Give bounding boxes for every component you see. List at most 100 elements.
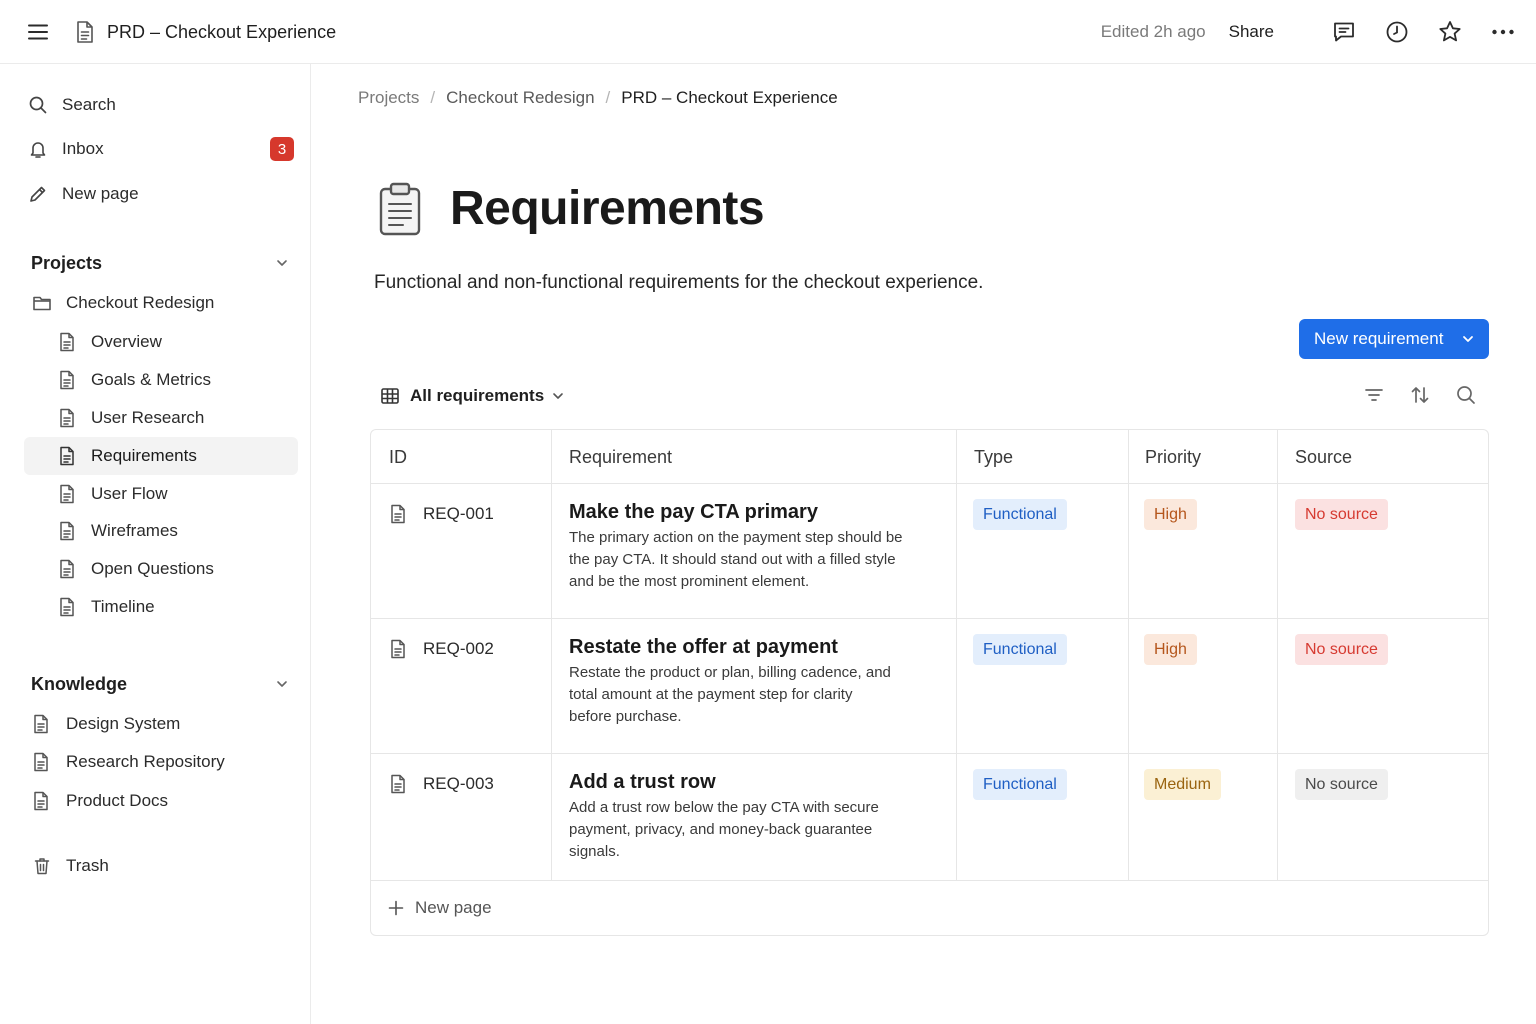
filter-icon[interactable] [1363, 384, 1385, 406]
projects-heading: Projects [31, 252, 103, 273]
type-tag[interactable]: Functional [973, 769, 1067, 800]
breadcrumb-projects[interactable]: Projects [358, 88, 419, 108]
sidebar: Search Inbox 3 New page Projects Checkou… [0, 64, 311, 1024]
sidebar-item-label: User Research [91, 408, 205, 427]
sidebar-item-user-flow[interactable]: User Flow [24, 475, 298, 513]
search-icon [28, 95, 48, 115]
knowledge-section-header[interactable]: Knowledge [24, 669, 298, 699]
sidebar-project-label: Checkout Redesign [66, 293, 215, 312]
sidebar-item-label: Goals & Metrics [91, 370, 211, 389]
page-icon [32, 752, 52, 772]
top-bar: PRD – Checkout Experience Edited 2h ago … [0, 0, 1536, 64]
requirement-description-line: Add a trust row below the pay CTA with s… [569, 799, 879, 816]
source-tag[interactable]: No source [1295, 499, 1388, 530]
sidebar-search[interactable]: Search [24, 86, 298, 124]
requirement-description-line: Restate the product or plan, billing cad… [569, 664, 891, 681]
more-icon[interactable] [1490, 19, 1516, 45]
requirement-description-line: The primary action on the payment step s… [569, 529, 903, 546]
sidebar-item-design-system[interactable]: Design System [24, 705, 298, 743]
chevron-down-icon[interactable] [551, 389, 565, 403]
row-divider [371, 880, 1488, 881]
requirement-description-line: signals. [569, 843, 620, 860]
history-icon[interactable] [1384, 19, 1410, 45]
priority-tag[interactable]: High [1144, 634, 1197, 665]
sidebar-search-label: Search [62, 95, 116, 114]
requirement-description-line: payment, privacy, and money-back guarant… [569, 821, 873, 838]
source-tag[interactable]: No source [1295, 634, 1388, 665]
sidebar-item-label: Wireframes [91, 521, 178, 540]
sidebar-item-product-docs[interactable]: Product Docs [24, 782, 298, 820]
requirement-title[interactable]: Make the pay CTA primary [569, 499, 818, 525]
sidebar-trash-label: Trash [66, 856, 109, 875]
source-tag[interactable]: No source [1295, 769, 1388, 800]
sidebar-item-requirements[interactable]: Requirements [24, 437, 298, 475]
row-id: REQ-002 [423, 639, 494, 658]
column-header-id[interactable]: ID [389, 430, 407, 484]
page-title: Requirements [450, 182, 765, 235]
chevron-down-icon[interactable] [274, 255, 290, 271]
sidebar-item-label: Timeline [91, 597, 155, 616]
share-button[interactable]: Share [1229, 22, 1274, 42]
requirement-description-line: the pay CTA. It should stand out with a … [569, 551, 896, 568]
row-id-cell: REQ-002 [389, 637, 494, 661]
inbox-count-badge: 3 [270, 137, 294, 161]
sidebar-inbox[interactable]: Inbox 3 [24, 130, 298, 168]
breadcrumb: Projects / Checkout Redesign / PRD – Che… [358, 86, 838, 110]
breadcrumb-checkout-redesign[interactable]: Checkout Redesign [446, 88, 594, 108]
star-icon[interactable] [1437, 19, 1463, 45]
new-requirement-button[interactable]: New requirement [1299, 319, 1489, 359]
row-id-cell: REQ-003 [389, 772, 494, 796]
breadcrumb-current[interactable]: PRD – Checkout Experience [621, 88, 837, 108]
sidebar-item-label: Requirements [91, 446, 197, 465]
knowledge-heading: Knowledge [31, 673, 128, 694]
sidebar-item-overview[interactable]: Overview [24, 323, 298, 361]
column-header-type[interactable]: Type [974, 430, 1013, 484]
sidebar-new-page[interactable]: New page [24, 175, 298, 213]
column-header-priority[interactable]: Priority [1145, 430, 1201, 484]
sort-icon[interactable] [1409, 384, 1431, 406]
priority-tag[interactable]: Medium [1144, 769, 1221, 800]
column-header-source[interactable]: Source [1295, 430, 1352, 484]
column-divider [1128, 430, 1129, 881]
column-header-requirement[interactable]: Requirement [569, 430, 672, 484]
page-icon [389, 504, 407, 524]
top-actions: Edited 2h ago Share [1101, 16, 1516, 48]
column-divider [1277, 430, 1278, 881]
projects-section-header[interactable]: Projects [24, 248, 298, 278]
sidebar-new-page-label: New page [62, 184, 139, 203]
search-icon[interactable] [1455, 384, 1477, 406]
chevron-down-icon[interactable] [274, 676, 290, 692]
sidebar-trash[interactable]: Trash [24, 847, 298, 885]
sidebar-item-label: Research Repository [66, 752, 225, 771]
sidebar-inbox-label: Inbox [62, 139, 104, 158]
page-icon [32, 791, 52, 811]
edited-status: Edited 2h ago [1100, 22, 1206, 41]
type-tag[interactable]: Functional [973, 499, 1067, 530]
sidebar-project-checkout-redesign[interactable]: Checkout Redesign [24, 284, 298, 322]
type-tag[interactable]: Functional [973, 634, 1067, 665]
priority-tag[interactable]: High [1144, 499, 1197, 530]
sidebar-item-wireframes[interactable]: Wireframes [24, 512, 298, 550]
requirement-title[interactable]: Restate the offer at payment [569, 634, 838, 660]
sidebar-item-label: Overview [91, 332, 162, 351]
column-divider [956, 430, 957, 881]
add-new-page-row[interactable]: New page [387, 895, 492, 921]
page-icon [58, 408, 76, 428]
menu-icon[interactable] [26, 20, 50, 44]
comments-icon[interactable] [1331, 19, 1357, 45]
sidebar-item-goals-metrics[interactable]: Goals & Metrics [24, 361, 298, 399]
sidebar-item-timeline[interactable]: Timeline [24, 588, 298, 626]
page-icon [58, 559, 76, 579]
requirement-description-line: before purchase. [569, 708, 682, 725]
requirement-title[interactable]: Add a trust row [569, 769, 716, 795]
document-title: PRD – Checkout Experience [107, 22, 337, 42]
sidebar-item-user-research[interactable]: User Research [24, 399, 298, 437]
sidebar-item-research-repository[interactable]: Research Repository [24, 743, 298, 781]
column-divider [551, 430, 552, 881]
sidebar-item-open-questions[interactable]: Open Questions [24, 550, 298, 588]
folder-icon [32, 293, 52, 313]
sidebar-item-label: Product Docs [66, 791, 169, 810]
view-selector[interactable]: All requirements [380, 383, 565, 409]
page-description: Functional and non-functional requiremen… [374, 272, 984, 293]
chevron-down-icon[interactable] [1461, 332, 1475, 346]
